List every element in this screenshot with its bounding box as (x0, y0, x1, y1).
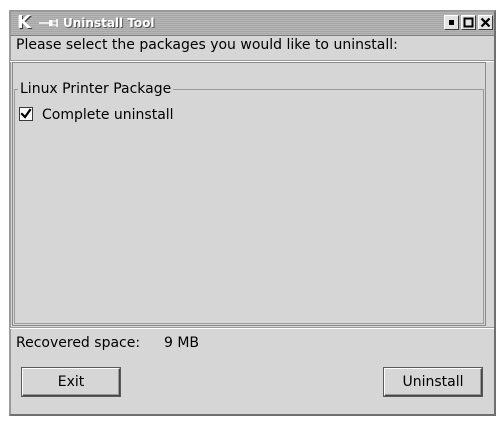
recovered-space-value: 9 MB (164, 335, 200, 351)
package-group-title: Linux Printer Package (18, 80, 174, 98)
checkmark-icon (20, 108, 32, 119)
instruction-text: Please select the packages you would lik… (16, 37, 398, 53)
exit-button[interactable]: Exit (22, 368, 120, 396)
complete-uninstall-checkbox[interactable] (19, 107, 33, 121)
close-icon (480, 17, 491, 28)
title-bar[interactable]: K Uninstall Tool (11, 12, 494, 36)
kde-logo-icon[interactable]: K (17, 13, 35, 33)
pin-icon[interactable] (39, 16, 61, 30)
package-groupbox (14, 89, 484, 324)
divider-bottom (10, 327, 494, 329)
maximize-icon (463, 17, 474, 28)
maximize-button[interactable] (461, 15, 476, 30)
window-title: Uninstall Tool (63, 16, 155, 30)
minimize-icon (449, 20, 454, 25)
complete-uninstall-label: Complete uninstall (42, 107, 174, 123)
minimize-button[interactable] (444, 15, 459, 30)
close-button[interactable] (478, 15, 493, 30)
recovered-space-label: Recovered space: (16, 335, 141, 351)
uninstall-button[interactable]: Uninstall (384, 368, 482, 396)
